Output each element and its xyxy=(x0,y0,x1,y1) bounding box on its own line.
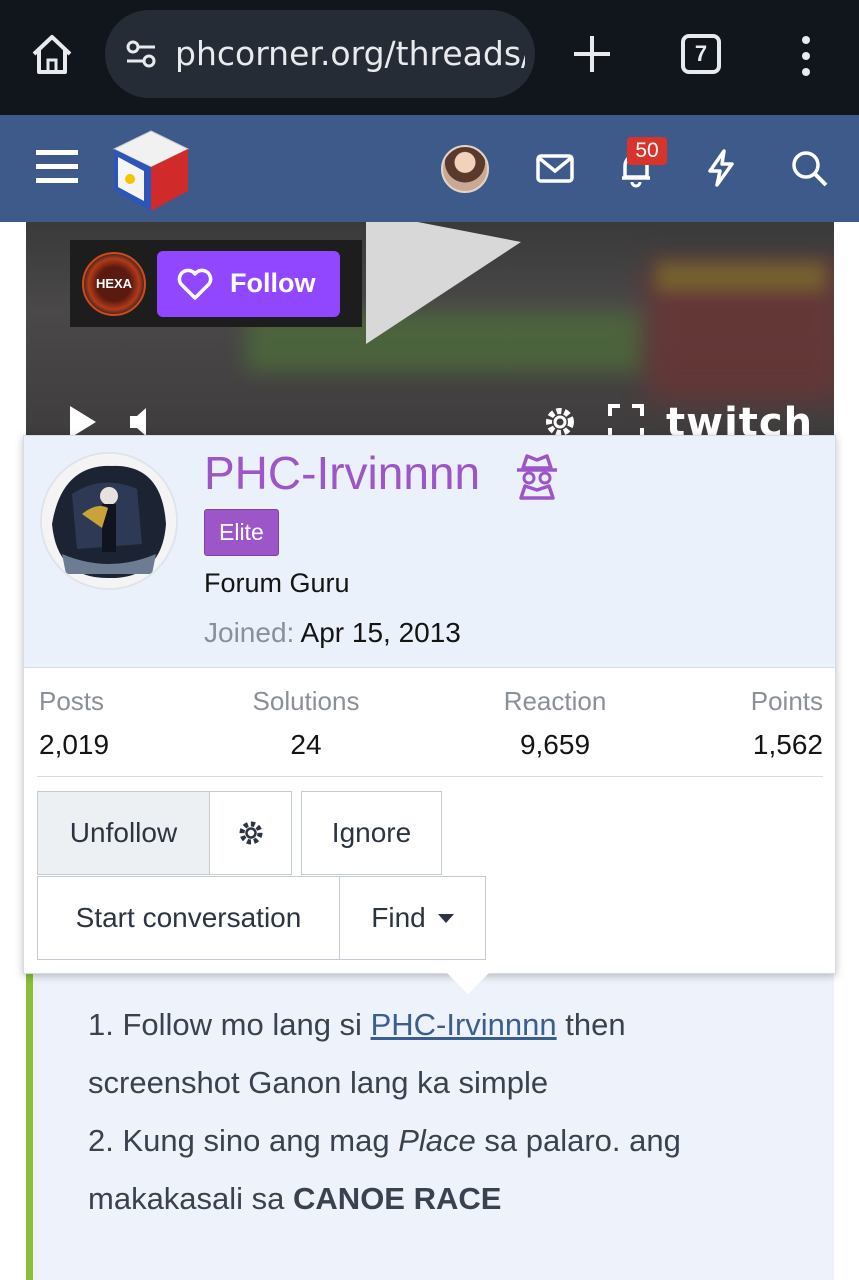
member-username[interactable]: PHC-Irvinnnn xyxy=(204,446,480,500)
post-body: 1. Follow mo lang si PHC-Irvinnnn then s… xyxy=(26,960,834,1280)
member-tooltip: PHC-Irvinnnn Elite Forum Guru Joined: Ap… xyxy=(23,435,836,974)
avatar-image xyxy=(42,454,176,588)
url-text[interactable]: phcorner.org/threads/ xyxy=(175,34,525,73)
follow-button[interactable]: Follow xyxy=(157,251,340,317)
site-header: 50 xyxy=(0,115,859,222)
tooltip-pointer xyxy=(446,972,490,994)
notification-badge: 50 xyxy=(627,137,667,165)
unfollow-button[interactable]: Unfollow xyxy=(37,791,210,875)
new-tab-icon[interactable] xyxy=(570,32,614,76)
member-avatar[interactable] xyxy=(40,452,178,590)
menu-icon[interactable] xyxy=(34,146,80,188)
member-header: PHC-Irvinnnn Elite Forum Guru Joined: Ap… xyxy=(24,436,835,668)
post-line: makakasali sa CANOE RACE xyxy=(88,1181,502,1216)
lightning-icon[interactable] xyxy=(700,147,742,189)
channel-logo[interactable]: HEXA xyxy=(82,252,146,316)
twitch-embed[interactable]: HEXA Follow twitch xyxy=(26,222,834,442)
joined-date: Joined: Apr 15, 2013 xyxy=(204,617,461,648)
post-line: screenshot Ganon lang ka simple xyxy=(88,1065,549,1100)
address-bar[interactable]: phcorner.org/threads/ xyxy=(105,10,535,98)
site-settings-icon[interactable] xyxy=(123,38,159,70)
home-icon[interactable] xyxy=(28,30,76,78)
start-conversation-button[interactable]: Start conversation xyxy=(37,876,340,960)
stat-solutions[interactable]: Solutions 24 xyxy=(249,686,363,761)
more-menu-icon[interactable] xyxy=(795,34,817,78)
post-line: 1. Follow mo lang si PHC-Irvinnnn then xyxy=(88,1007,626,1042)
follow-settings-button[interactable] xyxy=(209,791,292,875)
stat-posts[interactable]: Posts 2,019 xyxy=(39,686,109,761)
find-menu-button[interactable]: Find xyxy=(339,876,486,960)
user-title: Forum Guru xyxy=(204,568,350,598)
browser-toolbar: phcorner.org/threads/ 7 xyxy=(0,0,859,115)
incognito-icon xyxy=(517,454,557,500)
mail-icon[interactable] xyxy=(534,147,576,189)
tab-switcher-icon[interactable]: 7 xyxy=(681,34,721,74)
caret-down-icon xyxy=(437,913,454,923)
gear-icon xyxy=(239,821,262,845)
search-icon[interactable] xyxy=(788,147,830,189)
stat-points[interactable]: Points 1,562 xyxy=(724,686,823,761)
channel-bar: HEXA Follow xyxy=(70,240,362,327)
divider xyxy=(37,776,823,777)
stat-reaction[interactable]: Reaction 9,659 xyxy=(496,686,614,761)
follow-label: Follow xyxy=(230,268,316,298)
ignore-button[interactable]: Ignore xyxy=(301,791,442,875)
role-badge: Elite xyxy=(204,509,279,556)
play-overlay-icon[interactable] xyxy=(366,222,536,347)
heart-icon xyxy=(177,268,213,300)
username-link[interactable]: PHC-Irvinnnn xyxy=(371,1007,557,1042)
post-line: 2. Kung sino ang mag Place sa palaro. an… xyxy=(88,1123,681,1158)
avatar[interactable] xyxy=(441,145,489,193)
site-logo[interactable] xyxy=(110,127,192,215)
